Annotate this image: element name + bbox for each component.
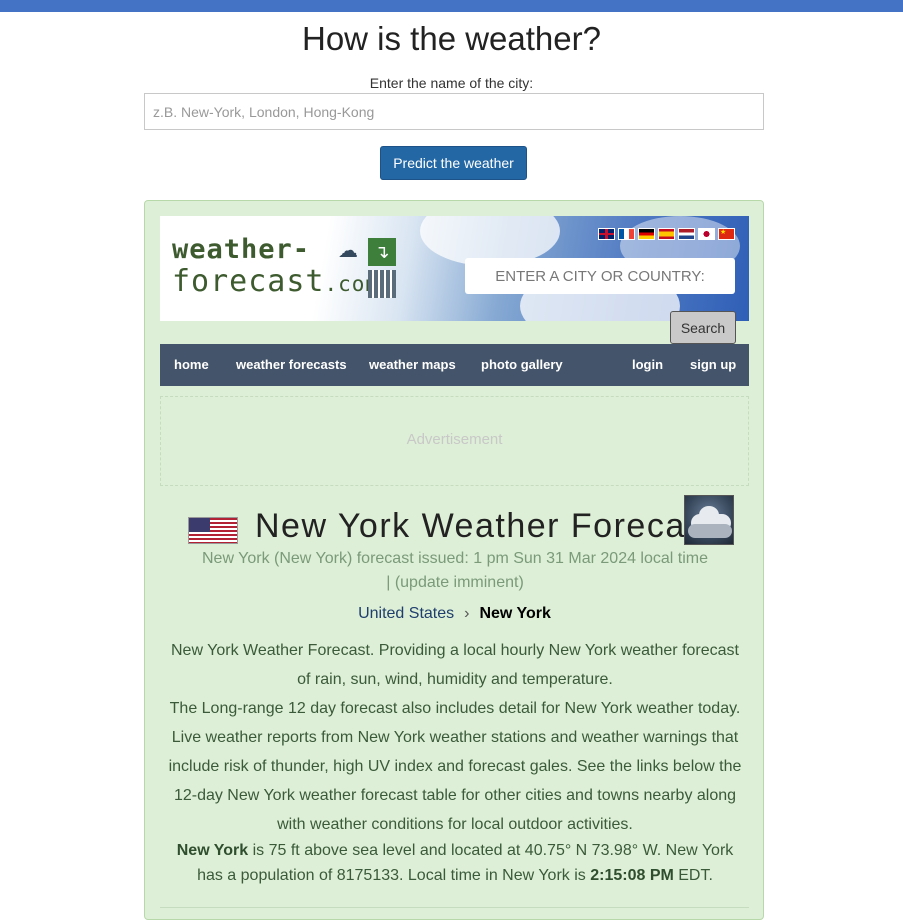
logo-forecast: forecast [172, 264, 325, 299]
spain-flag-icon[interactable] [658, 228, 675, 240]
facts-city-name: New York [176, 842, 249, 859]
uk-flag-icon[interactable] [598, 228, 615, 240]
weather-forecast-logo[interactable]: weather- forecast.com ☁ ↴ [172, 234, 402, 304]
city-input-label: Enter the name of the city: [369, 75, 534, 91]
forecast-heading: New York Weather Forecast [160, 503, 749, 553]
cloud-icon: ☁ [338, 240, 358, 262]
banner-city-search-input[interactable] [465, 258, 735, 294]
banner-search-button[interactable]: Search [670, 311, 736, 344]
forecast-issued-text: New York (New York) forecast issued: 1 p… [185, 547, 725, 595]
site-nav: home weather forecasts weather maps phot… [160, 344, 749, 386]
building-grid-icon [368, 270, 396, 298]
germany-flag-icon[interactable] [638, 228, 655, 240]
top-accent-bar [0, 0, 903, 12]
arrow-down-icon: ↴ [368, 238, 396, 266]
france-flag-icon[interactable] [618, 228, 635, 240]
forecast-result-panel: weather- forecast.com ☁ ↴ ★ Search home … [144, 200, 764, 920]
cloudy-weather-icon [684, 495, 734, 545]
page-title: How is the weather? [302, 20, 601, 57]
language-flags: ★ [598, 228, 735, 240]
nav-home[interactable]: home [174, 344, 209, 386]
timezone: EDT. [673, 867, 713, 884]
logo-text-bottom: forecast.com [172, 264, 379, 299]
nav-sign-up[interactable]: sign up [690, 344, 736, 386]
update-status: | (update imminent) [386, 574, 524, 591]
logo-text-top: weather- [172, 234, 311, 265]
forecast-title: New York Weather Forecast [255, 507, 716, 545]
weather-forecast-banner: weather- forecast.com ☁ ↴ ★ [160, 216, 749, 321]
predict-weather-button[interactable]: Predict the weather [380, 146, 527, 180]
forecast-issued-line: New York (New York) forecast issued: 1 p… [201, 550, 709, 567]
nav-weather-maps[interactable]: weather maps [369, 344, 456, 386]
nav-weather-forecasts[interactable]: weather forecasts [236, 344, 347, 386]
advertisement-slot: Advertisement [160, 396, 749, 486]
city-facts: New York is 75 ft above sea level and lo… [165, 838, 745, 888]
japan-flag-icon[interactable] [698, 228, 715, 240]
nav-login[interactable]: login [632, 344, 663, 386]
nav-photo-gallery[interactable]: photo gallery [481, 344, 563, 386]
us-flag-icon [188, 517, 238, 544]
breadcrumb: United States › New York [160, 605, 749, 623]
breadcrumb-country-link[interactable]: United States [358, 605, 454, 622]
description-paragraph: New York Weather Forecast. Providing a l… [171, 642, 739, 688]
netherlands-flag-icon[interactable] [678, 228, 695, 240]
description-paragraph: The Long-range 12 day forecast also incl… [168, 700, 742, 833]
local-time: 2:15:08 PM [590, 867, 674, 884]
breadcrumb-current-city: New York [479, 605, 551, 622]
city-input[interactable] [144, 93, 764, 130]
china-flag-icon[interactable]: ★ [718, 228, 735, 240]
breadcrumb-separator: › [464, 605, 470, 622]
forecast-description: New York Weather Forecast. Providing a l… [165, 636, 745, 839]
